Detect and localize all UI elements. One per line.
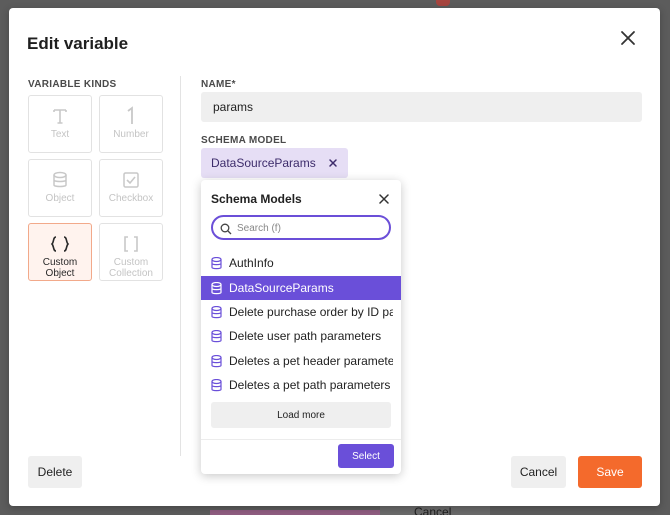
search-box[interactable] (211, 215, 391, 240)
search-input[interactable] (237, 220, 383, 236)
kind-label: Custom Collection (109, 257, 153, 279)
schema-model-chip[interactable]: DataSourceParams (201, 148, 348, 178)
close-icon[interactable] (377, 192, 391, 206)
kind-label: Custom Object (42, 257, 78, 279)
database-icon (211, 281, 222, 295)
text-icon (29, 105, 91, 127)
checkbox-icon (100, 169, 162, 191)
list-item[interactable]: Delete user path parameters (201, 324, 401, 348)
list-item[interactable]: AuthInfo (201, 251, 401, 275)
cancel-button[interactable]: Cancel (511, 456, 566, 488)
load-more-button[interactable]: Load more (211, 402, 391, 428)
kind-label: Number (113, 129, 149, 140)
list-item[interactable]: Deletes a pet header parameters (201, 349, 401, 373)
braces-icon (29, 233, 91, 255)
schema-model-label: SCHEMA MODEL (201, 135, 287, 146)
list-item-label: Delete user path parameters (229, 329, 382, 343)
brackets-icon (100, 233, 162, 255)
save-button[interactable]: Save (578, 456, 642, 488)
modal-title: Edit variable (27, 34, 129, 53)
backdrop-strip (210, 510, 380, 515)
select-button[interactable]: Select (338, 444, 394, 468)
variable-kinds-title: VARIABLE KINDS (28, 79, 117, 90)
database-icon (211, 378, 222, 392)
schema-models-dropdown: Schema Models AuthInfo DataSourceParams … (201, 180, 401, 474)
name-input[interactable] (201, 92, 642, 122)
list-item-label: Deletes a pet path parameters (229, 378, 391, 392)
kind-object[interactable]: Object (28, 159, 92, 217)
remove-chip-icon[interactable] (326, 156, 340, 170)
search-icon (220, 222, 232, 235)
database-icon (211, 329, 222, 343)
kind-checkbox[interactable]: Checkbox (99, 159, 163, 217)
number-icon (100, 105, 162, 127)
kind-label: Text (50, 129, 70, 140)
delete-button[interactable]: Delete (28, 456, 82, 488)
kind-number[interactable]: Number (99, 95, 163, 153)
backdrop-badge (436, 0, 450, 6)
list-item-label: Deletes a pet header parameters (229, 354, 393, 368)
database-icon (211, 256, 222, 270)
kind-label: Object (45, 193, 75, 204)
edit-variable-modal: Edit variable VARIABLE KINDS Text Number… (9, 8, 660, 506)
schema-model-chip-label: DataSourceParams (211, 156, 316, 170)
database-icon (29, 169, 91, 191)
list-item-label: Delete purchase order by ID pa... (229, 305, 393, 319)
divider (180, 76, 181, 456)
kind-custom-collection[interactable]: Custom Collection (99, 223, 163, 281)
divider (201, 439, 401, 440)
close-icon[interactable] (618, 28, 638, 48)
list-item[interactable]: DataSourceParams (201, 276, 401, 300)
database-icon (211, 354, 222, 368)
database-icon (211, 305, 222, 319)
kind-custom-object[interactable]: Custom Object (28, 223, 92, 281)
list-item-label: DataSourceParams (229, 281, 334, 295)
list-item[interactable]: Deletes a pet path parameters (201, 373, 401, 397)
backdrop-cancel-label: Cancel (414, 505, 452, 515)
kind-text[interactable]: Text (28, 95, 92, 153)
list-item-label: AuthInfo (229, 256, 274, 270)
list-item[interactable]: Delete purchase order by ID pa... (201, 300, 401, 324)
kind-label: Checkbox (108, 193, 154, 204)
dropdown-title: Schema Models (211, 192, 302, 206)
name-label: NAME* (201, 79, 236, 90)
